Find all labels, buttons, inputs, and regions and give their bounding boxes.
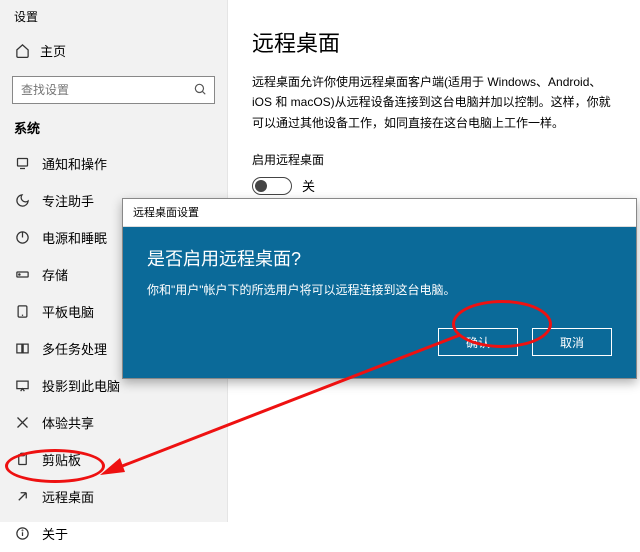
dialog-title: 远程桌面设置: [123, 199, 636, 227]
sidebar-item-notifications[interactable]: 通知和操作: [0, 145, 227, 182]
home-label: 主页: [40, 41, 66, 60]
multitask-icon: [14, 341, 30, 357]
page-description: 远程桌面允许你使用远程桌面客户端(适用于 Windows、Android、iOS…: [252, 72, 616, 133]
nav-label: 关于: [42, 524, 68, 543]
sidebar-item-home[interactable]: 主页: [0, 31, 227, 70]
power-icon: [14, 230, 30, 246]
dialog-body-text: 你和"用户"帐户下的所选用户将可以远程连接到这台电脑。: [147, 281, 612, 298]
page-title: 远程桌面: [252, 26, 616, 58]
toggle-state-text: 关: [302, 176, 315, 195]
nav-label: 投影到此电脑: [42, 376, 120, 395]
settings-header: 设置: [0, 0, 227, 31]
sidebar-item-clipboard[interactable]: 剪贴板: [0, 441, 227, 478]
search-icon: [193, 82, 207, 101]
confirm-button[interactable]: 确认: [438, 328, 518, 356]
toggle-label: 启用远程桌面: [252, 151, 616, 168]
enable-remote-desktop-toggle[interactable]: [252, 177, 292, 195]
clipboard-icon: [14, 452, 30, 468]
nav-label: 电源和睡眠: [42, 228, 107, 247]
share-icon: [14, 415, 30, 431]
nav-label: 专注助手: [42, 191, 94, 210]
info-icon: [14, 526, 30, 542]
search-wrap: [12, 76, 215, 104]
nav-label: 通知和操作: [42, 154, 107, 173]
cancel-button[interactable]: 取消: [532, 328, 612, 356]
moon-icon: [14, 193, 30, 209]
search-input[interactable]: [12, 76, 215, 104]
nav-label: 多任务处理: [42, 339, 107, 358]
remote-desktop-icon: [14, 489, 30, 505]
sidebar-item-about[interactable]: 关于: [0, 515, 227, 552]
nav-label: 远程桌面: [42, 487, 94, 506]
notification-icon: [14, 156, 30, 172]
project-icon: [14, 378, 30, 394]
sidebar-item-remote-desktop[interactable]: 远程桌面: [0, 478, 227, 515]
dialog-heading: 是否启用远程桌面?: [147, 245, 612, 271]
nav-label: 存储: [42, 265, 68, 284]
storage-icon: [14, 267, 30, 283]
sidebar-item-shared-experiences[interactable]: 体验共享: [0, 404, 227, 441]
nav-label: 平板电脑: [42, 302, 94, 321]
home-icon: [14, 43, 30, 59]
main-pane: 远程桌面 远程桌面允许你使用远程桌面客户端(适用于 Windows、Androi…: [228, 0, 640, 221]
nav-label: 体验共享: [42, 413, 94, 432]
nav-label: 剪贴板: [42, 450, 81, 469]
remote-desktop-confirm-dialog: 远程桌面设置 是否启用远程桌面? 你和"用户"帐户下的所选用户将可以远程连接到这…: [122, 198, 637, 379]
tablet-icon: [14, 304, 30, 320]
sidebar-group-system: 系统: [0, 114, 227, 145]
